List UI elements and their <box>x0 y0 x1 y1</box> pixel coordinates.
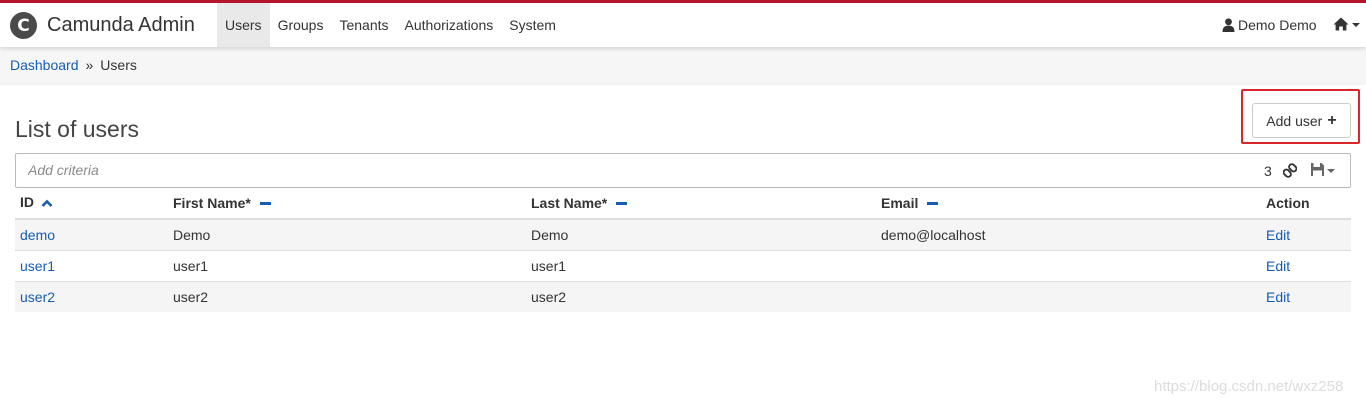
table-header-row: ID First Name* Last Name* Email Action <box>15 188 1351 220</box>
sort-ascending-icon[interactable] <box>41 194 53 210</box>
search-input[interactable] <box>28 162 628 178</box>
add-user-label: Add user <box>1266 112 1323 129</box>
sort-none-icon[interactable] <box>927 201 939 205</box>
table-row: user2 user2 user2 Edit <box>15 280 1351 312</box>
nav-item-authorizations[interactable]: Authorizations <box>397 3 502 47</box>
table-row: user1 user1 user1 Edit <box>15 249 1351 281</box>
brand[interactable]: C Camunda Admin <box>10 12 195 39</box>
email-cell: demo@localhost <box>876 218 1261 250</box>
sort-none-icon[interactable] <box>259 201 271 205</box>
floppy-disk-icon <box>1311 163 1324 179</box>
user-menu-label: Demo Demo <box>1238 17 1317 33</box>
breadcrumb: Dashboard » Users <box>0 47 1366 83</box>
top-navbar: C Camunda Admin Users Groups Tenants Aut… <box>0 0 1366 47</box>
email-cell <box>876 280 1261 312</box>
last-name-cell: Demo <box>526 218 876 250</box>
column-header-last-name-label: Last Name* <box>531 195 608 211</box>
save-search-button[interactable] <box>1311 163 1335 179</box>
column-header-email-label: Email <box>881 195 919 211</box>
column-header-first-name[interactable]: First Name* <box>168 188 526 220</box>
column-header-id-label: ID <box>20 193 34 210</box>
first-name-cell: user1 <box>168 249 526 281</box>
last-name-cell: user2 <box>526 280 876 312</box>
users-table: ID First Name* Last Name* Email Action d… <box>15 188 1351 312</box>
user-id-link[interactable]: user1 <box>20 258 55 274</box>
plus-icon: + <box>1327 111 1337 129</box>
result-count: 3 <box>1264 163 1272 179</box>
sort-none-icon[interactable] <box>616 201 628 205</box>
user-menu[interactable]: Demo Demo <box>1222 3 1317 47</box>
camunda-logo-icon: C <box>10 12 37 39</box>
edit-user-link[interactable]: Edit <box>1266 227 1290 243</box>
nav-item-tenants[interactable]: Tenants <box>331 3 396 47</box>
email-cell <box>876 249 1261 281</box>
home-menu[interactable] <box>1333 3 1360 47</box>
chevron-down-icon <box>1352 23 1360 27</box>
column-header-action: Action <box>1261 188 1351 220</box>
column-header-id[interactable]: ID <box>15 188 168 220</box>
breadcrumb-current: Users <box>100 57 137 73</box>
link-icon[interactable] <box>1283 163 1297 178</box>
first-name-cell: user2 <box>168 280 526 312</box>
breadcrumb-dashboard-link[interactable]: Dashboard <box>10 57 79 73</box>
user-id-link[interactable]: user2 <box>20 289 55 305</box>
page-title: List of users <box>15 116 139 142</box>
column-header-first-name-label: First Name* <box>173 195 251 211</box>
edit-user-link[interactable]: Edit <box>1266 289 1290 305</box>
add-user-button[interactable]: Add user + <box>1252 103 1351 138</box>
column-header-email[interactable]: Email <box>876 188 1261 220</box>
nav-item-users[interactable]: Users <box>217 3 270 47</box>
app-title: Camunda Admin <box>47 14 195 36</box>
nav-item-groups[interactable]: Groups <box>270 3 332 47</box>
main-nav: Users Groups Tenants Authorizations Syst… <box>217 3 564 47</box>
chevron-down-icon <box>1327 169 1335 173</box>
watermark: https://blog.csdn.net/wxz258 <box>1154 378 1344 395</box>
edit-user-link[interactable]: Edit <box>1266 258 1290 274</box>
last-name-cell: user1 <box>526 249 876 281</box>
first-name-cell: Demo <box>168 218 526 250</box>
user-icon <box>1222 18 1235 32</box>
home-icon <box>1333 17 1349 34</box>
nav-item-system[interactable]: System <box>501 3 564 47</box>
table-row: demo Demo Demo demo@localhost Edit <box>15 218 1351 250</box>
column-header-last-name[interactable]: Last Name* <box>526 188 876 220</box>
search-bar: 3 <box>15 153 1351 188</box>
breadcrumb-separator: » <box>85 57 94 73</box>
user-id-link[interactable]: demo <box>20 227 55 243</box>
